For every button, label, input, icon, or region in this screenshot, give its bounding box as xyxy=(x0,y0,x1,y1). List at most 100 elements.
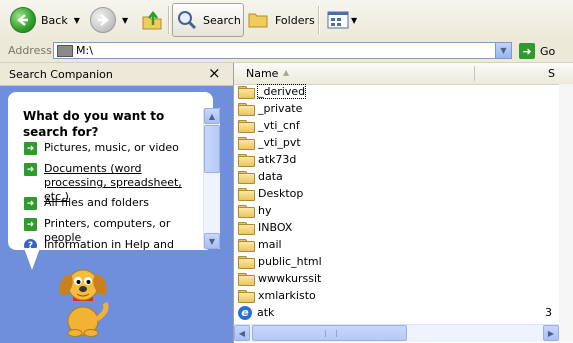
folder-icon xyxy=(238,136,255,150)
balloon-tail xyxy=(24,248,40,270)
scroll-right-icon[interactable]: ▶ xyxy=(543,325,559,341)
scroll-thumb[interactable] xyxy=(204,125,220,173)
companion-balloon: What do you want to search for? ➜ Pictur… xyxy=(8,92,220,252)
item-name: wwwkurssit xyxy=(258,272,322,285)
item-name: atk xyxy=(257,306,275,319)
folder-icon xyxy=(238,119,255,133)
close-icon[interactable]: × xyxy=(208,64,221,82)
green-arrow-icon: ➜ xyxy=(24,163,37,176)
toolbar: Back ▼ ▼ Search Folders ▼ xyxy=(0,0,573,41)
column-divider xyxy=(474,66,475,81)
item-name: _derived xyxy=(256,84,307,99)
list-item[interactable]: _private xyxy=(238,100,302,117)
address-label: Address xyxy=(8,44,52,57)
item-name: INBOX xyxy=(258,221,293,234)
search-companion-pane: Search Companion × What do you want to s… xyxy=(0,63,234,343)
search-dog-icon[interactable] xyxy=(53,263,113,337)
column-header: Name ▲ S xyxy=(234,63,573,85)
option-label: Pictures, music, or video xyxy=(44,141,179,154)
forward-dropdown-icon[interactable]: ▼ xyxy=(122,16,128,25)
list-item[interactable]: e atk xyxy=(238,304,274,321)
item-name: public_html xyxy=(258,255,322,268)
network-drive-icon xyxy=(57,45,73,57)
list-item[interactable]: xmlarkisto xyxy=(238,287,316,304)
scroll-left-icon[interactable]: ◀ xyxy=(234,325,250,341)
scroll-up-icon[interactable]: ▲ xyxy=(204,108,220,124)
horizontal-scrollbar[interactable]: ◀ ▶ xyxy=(234,324,559,342)
folders-button[interactable]: Folders xyxy=(248,3,315,37)
list-item[interactable]: Desktop xyxy=(238,185,303,202)
option-label: Information in Help and xyxy=(44,238,174,251)
column-size-header[interactable]: S xyxy=(548,67,555,80)
search-label: Search xyxy=(203,13,241,27)
sort-ascending-icon: ▲ xyxy=(283,68,290,77)
scroll-down-icon[interactable]: ▼ xyxy=(204,233,220,249)
address-dropdown-icon[interactable]: ▼ xyxy=(495,43,511,58)
folder-icon xyxy=(238,289,255,303)
folder-icon xyxy=(238,221,255,235)
list-item[interactable]: INBOX xyxy=(238,219,292,236)
option-label: All files and folders xyxy=(44,196,149,209)
companion-title: Search Companion xyxy=(9,68,113,81)
item-name: _vti_pvt xyxy=(258,136,301,149)
magnifier-icon xyxy=(178,11,197,30)
back-label: Back xyxy=(41,13,68,27)
back-arrow-icon xyxy=(10,7,36,33)
option-all-files[interactable]: ➜ All files and folders xyxy=(24,196,196,210)
up-folder-icon xyxy=(142,10,162,30)
folders-icon xyxy=(248,13,268,28)
item-size: 3 xyxy=(545,306,552,319)
list-item[interactable]: data xyxy=(238,168,283,185)
folder-icon xyxy=(238,102,255,116)
list-item[interactable]: wwwkurssit xyxy=(238,270,321,287)
item-name: Desktop xyxy=(258,187,304,200)
green-arrow-icon: ➜ xyxy=(24,218,37,231)
folders-label: Folders xyxy=(275,13,315,27)
green-arrow-icon: ➜ xyxy=(24,142,37,155)
scroll-thumb[interactable] xyxy=(252,325,407,341)
column-name-header[interactable]: Name xyxy=(246,67,278,80)
search-question: What do you want to search for? xyxy=(23,109,165,139)
go-button[interactable]: ➜ Go xyxy=(519,42,555,60)
item-name: _vti_cnf xyxy=(258,119,300,132)
list-item[interactable]: hy xyxy=(238,202,271,219)
companion-header: Search Companion × xyxy=(0,63,233,86)
option-pictures[interactable]: ➜ Pictures, music, or video xyxy=(24,141,196,155)
go-arrow-icon: ➜ xyxy=(519,43,535,59)
list-item[interactable]: _vti_cnf xyxy=(238,117,300,134)
list-item[interactable]: _vti_pvt xyxy=(238,134,301,151)
folder-icon xyxy=(238,204,255,218)
views-button[interactable]: ▼ xyxy=(327,3,357,37)
list-item[interactable]: _derived xyxy=(238,83,307,100)
forward-arrow-icon xyxy=(90,7,116,33)
vertical-scrollbar[interactable] xyxy=(559,84,573,342)
forward-button[interactable]: ▼ xyxy=(90,3,128,37)
back-dropdown-icon[interactable]: ▼ xyxy=(74,16,80,25)
up-folder-button[interactable] xyxy=(141,3,163,37)
folder-icon xyxy=(238,255,255,269)
address-bar: Address M:\ ▼ ➜ Go xyxy=(0,40,573,63)
list-item[interactable]: mail xyxy=(238,236,282,253)
item-name: atk73d xyxy=(258,153,297,166)
ie-document-icon: e xyxy=(238,305,252,320)
views-dropdown-icon[interactable]: ▼ xyxy=(351,16,357,25)
views-icon xyxy=(327,11,349,29)
item-name: xmlarkisto xyxy=(258,289,316,302)
folder-icon xyxy=(238,85,255,99)
option-help[interactable]: ? Information in Help and xyxy=(24,238,196,252)
go-label: Go xyxy=(540,44,556,58)
address-field[interactable]: M:\ ▼ xyxy=(53,42,512,59)
item-name: _private xyxy=(258,102,303,115)
green-arrow-icon: ➜ xyxy=(24,197,37,210)
back-button[interactable]: Back ▼ xyxy=(10,3,80,37)
item-name: hy xyxy=(258,204,272,217)
address-value[interactable]: M:\ xyxy=(76,44,93,57)
list-item[interactable]: atk73d xyxy=(238,151,296,168)
item-name: data xyxy=(258,170,283,183)
folder-icon xyxy=(238,153,255,167)
search-button[interactable]: Search xyxy=(172,3,244,37)
file-list: Name ▲ S _derived _private _vti_cnf _vti… xyxy=(234,63,573,343)
folder-icon xyxy=(238,272,255,286)
companion-scrollbar[interactable]: ▲ ▼ xyxy=(203,108,220,249)
list-item[interactable]: public_html xyxy=(238,253,322,270)
